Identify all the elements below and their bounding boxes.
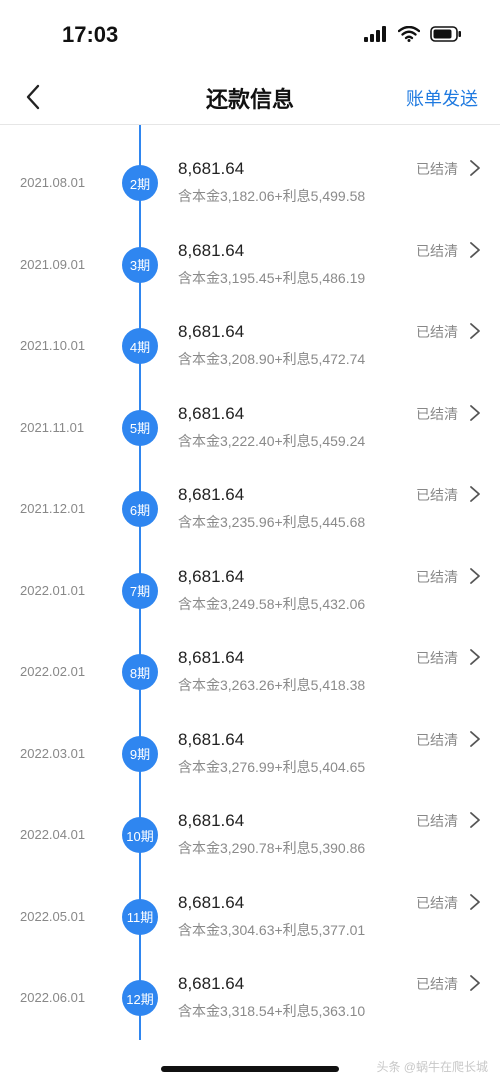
status-label: 已结清 [416, 894, 458, 911]
repayment-date: 2022.04.01 [20, 827, 86, 842]
period-badge: 7期 [122, 572, 158, 609]
status-time: 17:03 [62, 22, 119, 47]
period-badge: 9期 [122, 735, 158, 772]
repayment-amount: 8,681.64 [178, 729, 245, 749]
repayment-amount: 8,681.64 [178, 159, 245, 178]
status-label: 已结清 [416, 161, 458, 177]
repayment-row[interactable]: 2021.09.01 3期 8,681.64 含本金3,195.45+利息5,486.… [0, 207, 500, 288]
repayment-amount: 8,681.64 [178, 974, 245, 993]
cellular-signal-icon [364, 26, 386, 42]
principal-interest-detail: 含本金3,222.40+利息5,459.24 [178, 432, 366, 449]
repayment-date: 2022.01.01 [20, 582, 86, 598]
chevron-right-icon [470, 812, 480, 828]
repayment-date: 2021.08.01 [20, 175, 86, 190]
repayment-row[interactable]: 2022.04.01 10期 8,681.64 含本金3,290.78+利息5,390… [0, 777, 500, 858]
principal-interest-detail: 含本金3,318.54+利息5,363.10 [178, 1003, 366, 1019]
repayment-amount: 8,681.64 [178, 811, 245, 830]
repayment-row[interactable]: 2022.02.01 8期 8,681.64 含本金3,263.26+利息5,418.… [0, 614, 500, 695]
repayment-row[interactable]: 2022.05.01 11期 8,681.64 含本金3,304.63+利息5,377… [0, 859, 500, 940]
repayment-amount: 8,681.64 [178, 648, 245, 667]
repayment-row[interactable]: 2022.01.01 7期 8,681.64 含本金3,249.58+利息5,432.… [0, 533, 500, 614]
period-badge: 3期 [122, 246, 158, 283]
period-badge: 12期 [122, 980, 158, 1016]
repayment-row[interactable]: 2021.11.01 5期 8,681.64 含本金3,222.40+利息5,459.… [0, 370, 500, 451]
chevron-right-icon [470, 730, 480, 747]
nav-bar: 还款信息 账单发送 [0, 70, 500, 125]
period-badge: 6期 [122, 491, 158, 527]
repayment-date: 2022.05.01 [20, 908, 86, 924]
chevron-right-icon [470, 975, 480, 991]
repayment-row[interactable]: 2021.12.01 6期 8,681.64 含本金3,235.96+利息5,445.… [0, 451, 500, 532]
repayment-date: 2022.03.01 [20, 745, 86, 761]
repayment-date: 2021.09.01 [20, 256, 86, 272]
repayment-date: 2021.11.01 [20, 419, 85, 435]
repayment-date: 2022.02.01 [20, 664, 86, 679]
status-icons [364, 26, 462, 42]
repayment-row[interactable]: 2021.10.01 4期 8,681.64 含本金3,208.90+利息5,472.… [0, 288, 500, 369]
chevron-right-icon [470, 241, 480, 258]
repayment-row[interactable]: 2021.08.01 2期 8,681.64 含本金3,182.06+利息5,499.… [0, 125, 500, 206]
chevron-right-icon [470, 649, 480, 665]
status-label: 已结清 [416, 487, 458, 503]
battery-icon [430, 26, 461, 42]
repayment-amount: 8,681.64 [178, 403, 245, 423]
status-label: 已结清 [416, 976, 458, 992]
repayment-amount: 8,681.64 [178, 566, 245, 586]
status-bar: 17:03 [0, 0, 500, 70]
principal-interest-detail: 含本金3,276.99+利息5,404.65 [178, 758, 366, 775]
principal-interest-detail: 含本金3,304.63+利息5,377.01 [178, 921, 366, 938]
status-label: 已结清 [416, 242, 458, 259]
send-bill-button[interactable]: 账单发送 [406, 85, 478, 111]
repayment-date: 2022.06.01 [20, 990, 86, 1005]
principal-interest-detail: 含本金3,263.26+利息5,418.38 [178, 677, 366, 693]
period-badge: 10期 [122, 817, 158, 853]
repayment-date: 2021.12.01 [20, 501, 86, 516]
repayment-timeline: 2021.08.01 2期 8,681.64 含本金3,182.06+利息5,499.… [0, 125, 500, 1045]
chevron-right-icon [470, 893, 480, 910]
watermark: 头条 @蜗牛在爬长城 [376, 1060, 488, 1074]
principal-interest-detail: 含本金3,290.78+利息5,390.86 [178, 840, 366, 856]
chevron-right-icon [470, 160, 480, 176]
status-label: 已结清 [416, 324, 458, 340]
repayment-amount: 8,681.64 [178, 485, 245, 504]
chevron-right-icon [470, 404, 480, 421]
repayment-row[interactable]: 2022.03.01 9期 8,681.64 含本金3,276.99+利息5,404.… [0, 696, 500, 777]
chevron-right-icon [470, 486, 480, 502]
principal-interest-detail: 含本金3,208.90+利息5,472.74 [178, 351, 366, 367]
principal-interest-detail: 含本金3,249.58+利息5,432.06 [178, 595, 366, 612]
period-badge: 11期 [122, 898, 158, 935]
repayment-amount: 8,681.64 [178, 322, 245, 341]
period-badge: 8期 [122, 654, 158, 690]
status-label: 已结清 [416, 813, 458, 829]
wifi-icon [398, 26, 420, 42]
repayment-date: 2021.10.01 [20, 338, 86, 353]
chevron-right-icon [470, 323, 480, 339]
principal-interest-detail: 含本金3,195.45+利息5,486.19 [178, 269, 366, 286]
repayment-amount: 8,681.64 [178, 892, 245, 912]
principal-interest-detail: 含本金3,182.06+利息5,499.58 [178, 188, 366, 204]
period-badge: 2期 [122, 165, 158, 201]
home-indicator [161, 1066, 339, 1072]
status-label: 已结清 [416, 650, 458, 666]
repayment-amount: 8,681.64 [178, 240, 245, 260]
principal-interest-detail: 含本金3,235.96+利息5,445.68 [178, 514, 366, 530]
period-badge: 5期 [122, 409, 158, 446]
chevron-right-icon [470, 567, 480, 584]
status-label: 已结清 [416, 731, 458, 748]
period-badge: 4期 [122, 328, 158, 364]
status-label: 已结清 [416, 568, 458, 585]
status-label: 已结清 [416, 405, 458, 422]
repayment-row[interactable]: 2022.06.01 12期 8,681.64 含本金3,318.54+利息5,363… [0, 940, 500, 1021]
